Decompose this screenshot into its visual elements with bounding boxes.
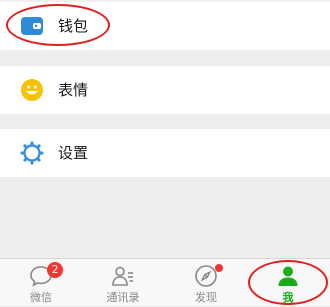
menu-item-emoji-label: 表情 [58,81,89,99]
contacts-icon [112,266,133,286]
wallet-icon [21,17,43,35]
new-moments-dot [215,264,223,272]
menu-item-settings-label: 设置 [58,144,89,162]
tab-discover[interactable]: 发现 [165,259,247,307]
bottom-tab-bar: 2 微信 通讯录 发现 我 [0,258,330,306]
person-icon [278,266,298,286]
menu-item-settings[interactable]: 设置 [0,129,330,177]
smiley-icon [21,79,43,101]
tab-me[interactable]: 我 [247,259,329,307]
menu-item-wallet-label: 钱包 [58,17,89,35]
unread-badge: 2 [47,262,63,278]
menu-item-emoji[interactable]: 表情 [0,66,330,114]
tab-discover-label: 发现 [195,291,217,304]
tab-contacts-label: 通讯录 [106,291,140,304]
menu-item-wallet[interactable]: 钱包 [0,2,330,50]
gear-icon [20,141,44,165]
tab-chats[interactable]: 2 微信 [0,259,82,307]
tab-contacts[interactable]: 通讯录 [82,259,164,307]
tab-chats-label: 微信 [30,291,52,304]
tab-me-label: 我 [282,291,294,304]
